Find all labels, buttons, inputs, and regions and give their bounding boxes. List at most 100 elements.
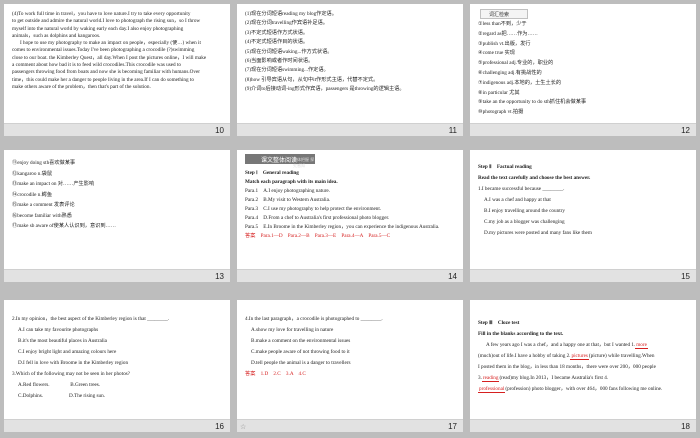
text-line: myself into the natural world by waking …	[12, 25, 184, 32]
cloze-answer: pictures	[570, 353, 589, 360]
vocab-item: ⑥challenging adj.有挑战性的	[478, 69, 542, 76]
option: D.tell people the animal is a danger to …	[251, 360, 351, 366]
vocab-item: ⑰make sb aware of使某人认识到，意识到……	[12, 223, 116, 229]
task-instruction: Read the text carefully and choose the b…	[478, 175, 591, 181]
task-instruction: Match each paragraph with its main idea.	[245, 179, 338, 185]
text-line: (4)不定式短语作目的状语。	[245, 39, 309, 46]
text-line: (8)how 引导宾语从句，从句中it作形式主语，代替不定式。	[245, 76, 379, 83]
text-line: I hope to use my photography to make an …	[20, 40, 201, 47]
answer-key: 答案 1.D 2.C 3.A 4.C	[245, 371, 306, 377]
question: 4.In the last paragraph，a crocodile is p…	[245, 316, 383, 322]
cloze-text: I posted them in the blog，in less than 1…	[478, 364, 656, 370]
match-row: Para.2 B.My visit to Western Australia.	[245, 197, 331, 203]
vocab-item: ⑮make a comment 发表评论	[12, 202, 75, 208]
cloze-answer: professional	[478, 386, 506, 393]
match-row: Para.4 D.From a chef to Australia's firs…	[245, 215, 390, 221]
slide-18[interactable]: Step Ⅲ Cloze test Fill in the blanks acc…	[470, 300, 696, 432]
page-number: 11	[448, 126, 457, 135]
slide-footer: 11	[237, 123, 463, 136]
cloze-line: 3.reading(read)my blog.In 2013，I became …	[478, 373, 690, 384]
cloze-text: A few years ago I was a chef，and a happy…	[486, 342, 636, 348]
slide-15[interactable]: Step Ⅱ Factual reading Read the text car…	[470, 150, 696, 282]
option: C.I enjoy bright light and amazing colou…	[18, 349, 117, 355]
banner-tag: 整体把握 探究感知	[293, 157, 315, 168]
vocab-item: ③publish vt.出版，发行	[478, 40, 531, 47]
page-number: 16	[215, 422, 224, 431]
cloze-text: (profession) photo blogger，with over 464…	[505, 386, 663, 392]
slide-body: Step Ⅰ General reading Match each paragr…	[245, 169, 457, 241]
slide-16[interactable]: 2.In my opinion，the best aspect of the K…	[4, 300, 230, 432]
vocab-item: ⑬make an impact on 对……产生影响	[12, 181, 95, 187]
cloze-line: professional(profession) photo blogger，w…	[478, 384, 690, 395]
section-banner: 课文整体阅读 整体把握 探究感知	[245, 154, 315, 168]
text-line: passengers throwing food from boats and …	[12, 69, 201, 76]
text-line: (9)介词to后接动词-ing形式作宾语，passengers 是throwin…	[245, 86, 405, 93]
banner-title: 课文整体阅读	[261, 157, 298, 164]
slide-14[interactable]: 课文整体阅读 整体把握 探究感知 Step Ⅰ General reading …	[237, 150, 463, 282]
page-number: 10	[215, 126, 224, 135]
text-line: to get outside and admire the natural wo…	[12, 18, 201, 25]
vocab-item: ②regard as把……作为……	[478, 30, 538, 37]
slide-body: (1)现在分词短语reading my blog作定语。 (2)现在分词trav…	[245, 10, 457, 95]
cloze-line: (much)out of life.I have a hobby of taki…	[478, 351, 690, 362]
step-heading: Step Ⅱ Factual reading	[478, 164, 532, 170]
cloze-text: (read)my blog.In 2013，I became Australia…	[499, 375, 609, 381]
step-heading: Step Ⅲ Cloze test	[478, 320, 520, 326]
slide-footer: 13	[4, 269, 230, 282]
slide-13[interactable]: ⑪enjoy doing sth喜欢做某事 ⑫kangaroo n.袋鼠 ⑬ma…	[4, 150, 230, 282]
text-line: close to our boat. the Kimberley Quest，a…	[12, 54, 207, 61]
vocab-item: ⑯become familiar with熟悉	[12, 212, 72, 219]
cloze-text: (much)out of life.I have a hobby of taki…	[478, 353, 571, 359]
cloze-line: I posted them in the blog，in less than 1…	[478, 362, 690, 373]
star-icon: ☆	[240, 423, 247, 431]
question: 2.In my opinion，the best aspect of the K…	[12, 316, 170, 322]
match-row: Para.1 A.I enjoy photographing nature.	[245, 188, 330, 194]
option: A.I can take my favourite photographs	[18, 327, 99, 333]
cloze-answer: more	[635, 342, 648, 349]
text-line: (1)现在分词短语reading my blog作定语。	[245, 11, 337, 17]
page-number: 18	[681, 422, 690, 431]
slide-12[interactable]: 词汇检索 ①less than不到，少于 ②regard as把……作为…… ③…	[470, 4, 696, 136]
text-line: time，this could make her a danger to peo…	[12, 76, 194, 83]
task-instruction: Fill in the blanks according to the text…	[478, 331, 564, 337]
section-tag: 词汇检索	[480, 9, 528, 19]
option: B.make a comment on the environmental is…	[251, 338, 351, 344]
option: A.Red flowers. B.Green trees.	[18, 382, 101, 388]
slide-10[interactable]: (4)To work full time in travel，you have …	[4, 4, 230, 136]
cloze-line: A few years ago I was a chef，and a happy…	[478, 340, 690, 351]
slide-footer: 12	[470, 123, 696, 136]
section-tag-label: 词汇检索	[489, 12, 510, 18]
vocab-item: ⑫kangaroo n.袋鼠	[12, 170, 53, 177]
page-number: 12	[681, 126, 690, 135]
text-line: (6)当面影响或者作时间状语。	[245, 58, 314, 65]
question: 3.Which of the following may not be seen…	[12, 371, 130, 377]
option: C.Dolphins. D.The rising sun.	[18, 393, 106, 399]
option: D.my pictures were posted and many fans …	[484, 230, 592, 236]
slide-11[interactable]: (1)现在分词短语reading my blog作定语。 (2)现在分词trav…	[237, 4, 463, 136]
slide-body: Step Ⅱ Factual reading Read the text car…	[478, 162, 690, 239]
slide-footer: 18	[470, 419, 696, 432]
text-line: (5)现在分词短语waking...作方式状语。	[245, 48, 333, 55]
slide-body: (4)To work full time in travel，you have …	[12, 11, 224, 91]
vocab-item: ⑦indigenous adj.本地的，土生土长的	[478, 79, 562, 86]
vocab-item: ⑤professional adj.专业的，职业的	[478, 60, 554, 67]
text-line: (2)现在分词travelling作宾语补足语。	[245, 20, 328, 27]
slide-footer: 15	[470, 269, 696, 282]
slide-17[interactable]: 4.In the last paragraph，a crocodile is p…	[237, 300, 463, 432]
question: 1.I became successful because ________.	[478, 186, 565, 192]
slide-body: ①less than不到，少于 ②regard as把……作为…… ③publi…	[478, 20, 690, 118]
page-number: 17	[448, 422, 457, 431]
slide-footer: 14	[237, 269, 463, 282]
cloze-answer: reading	[481, 375, 500, 382]
text-line: (7)现在分词短语swimming...作定语。	[245, 67, 329, 74]
slide-footer: 10	[4, 123, 230, 136]
vocab-item: ⑨take an the opportunity to do sth抓住机会做某…	[478, 99, 587, 106]
page-number: 13	[215, 272, 224, 281]
match-row: Para.5 E.In Broome in the Kimberley regi…	[245, 224, 440, 230]
vocab-item: ④come true 实现	[478, 50, 515, 57]
option: B.it's the most beautiful places in Aust…	[18, 338, 107, 344]
cloze-text: (picture) while travelling.When	[588, 353, 655, 359]
page-number: 14	[448, 272, 457, 281]
answer-key: 答案 Para.1—D Para.2—B Para.3—E Para.4—A P…	[245, 233, 391, 239]
match-row: Para.3 C.I use my photography to help pr…	[245, 206, 382, 212]
